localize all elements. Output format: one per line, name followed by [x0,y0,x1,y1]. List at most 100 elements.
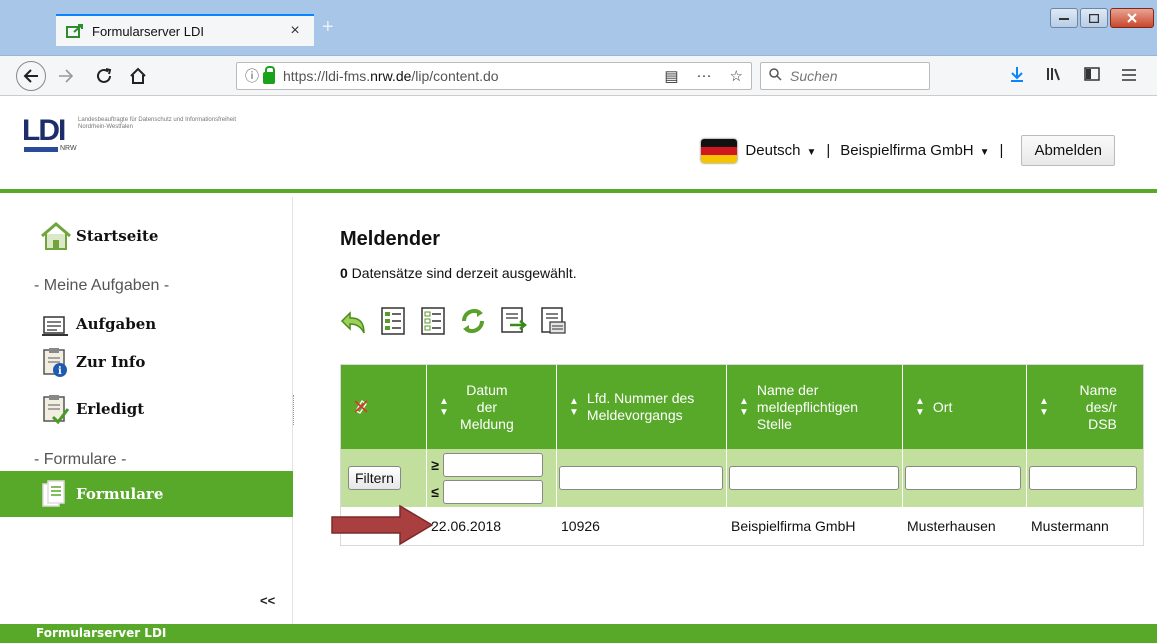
info-clipboard-icon: i [40,347,70,377]
reader-view-icon[interactable]: ▤ [664,67,678,85]
deselect-all-icon[interactable] [418,305,448,337]
city-filter-input[interactable] [905,466,1021,490]
clear-selection-icon[interactable] [353,398,369,417]
tab-close-icon[interactable]: × [286,22,304,40]
annotation-arrow-icon [331,504,434,546]
new-tab-button[interactable]: + [322,16,334,39]
page-actions-icon[interactable]: ··· [697,67,712,85]
sidebar-item-home[interactable]: Startseite [40,221,158,251]
logo-nrw: NRW [60,145,77,152]
filter-button[interactable]: Filtern [348,466,401,490]
close-window-button[interactable] [1110,8,1154,28]
back-arrow-icon[interactable] [338,305,368,337]
browser-tab[interactable]: Formularserver LDI × [56,14,314,46]
sort-icon[interactable]: ▲ ▼ [915,396,925,418]
data-table: ▲ ▼ Datum der Meldung ▲ ▼ Lfd. Nummer des … [340,364,1144,546]
print-list-icon[interactable] [538,305,568,337]
sidebar-item-forms[interactable]: Formulare [40,479,163,509]
logo-text: LDI [22,114,66,147]
table-cell: 22.06.2018 [431,518,502,534]
date-from-input[interactable] [443,452,543,477]
reload-icon[interactable] [90,62,118,90]
sort-icon[interactable]: ▲ ▼ [1039,396,1049,418]
column-header-label: Name des/r DSB [1079,381,1117,432]
search-input[interactable]: Suchen [760,62,930,90]
maximize-button[interactable] [1080,8,1108,28]
language-label: Deutsch [745,142,801,159]
company-label: Beispielfirma GmbH [840,142,974,159]
dsb-filter-input[interactable] [1029,466,1137,490]
search-placeholder: Suchen [790,68,838,84]
table-row[interactable]: 22.06.2018 10926 Beispielfirma GmbH Must… [341,507,1143,545]
sidebar-item-label: Erledigt [76,400,145,418]
column-header-label: Lfd. Nummer des Meldevorgangs [586,390,695,423]
filter-cell-number [557,449,727,507]
back-button[interactable] [16,61,46,91]
forms-icon [40,479,70,509]
filter-cell: Filtern [341,449,427,507]
download-icon[interactable] [1010,66,1024,87]
search-icon [769,68,782,84]
table-header: ▲ ▼ Datum der Meldung ▲ ▼ Lfd. Nummer des … [341,365,1143,449]
action-toolbar [338,305,568,337]
select-all-icon[interactable] [378,305,408,337]
chevron-down-icon: ▼ [806,147,817,158]
name-filter-input[interactable] [729,466,899,490]
sidebar-item-label: Formulare [76,485,164,503]
minimize-button[interactable] [1050,8,1078,28]
german-flag-icon [701,138,738,163]
filter-cell-date: ≥ ≤ [427,449,557,507]
collapse-sidebar-button[interactable]: << [260,593,275,608]
sidebar-item-done[interactable]: Erledigt [40,394,145,425]
checked-clipboard-icon [40,394,70,425]
column-header-select[interactable] [341,365,427,449]
url-actions: ▤ ··· ☆ [664,67,743,85]
sort-icon[interactable]: ▲ ▼ [439,396,449,418]
refresh-icon[interactable] [458,305,488,337]
filter-cell-city [903,449,1027,507]
column-header-number[interactable]: ▲ ▼ Lfd. Nummer des Meldevorgangs [557,365,727,449]
table-cell: Mustermann [1031,518,1109,534]
home-icon[interactable] [124,62,152,90]
sidebar-splitter[interactable] [293,395,298,425]
lock-icon [263,66,275,84]
sort-icon[interactable]: ▲ ▼ [739,396,749,418]
separator: | [999,142,1004,159]
sidebar: Startseite - Meine Aufgaben - Aufgaben i… [0,197,293,624]
sort-icon[interactable]: ▲ ▼ [569,396,579,418]
column-header-label: Ort [932,398,953,415]
forward-button[interactable] [52,62,80,90]
info-icon[interactable]: ⓘ [245,66,259,86]
sidebar-item-label: Aufgaben [76,315,157,333]
date-to-input[interactable] [443,479,543,504]
app-header: LDI NRW Landesbeauftragte für Datenschut… [0,97,1157,193]
url-domain: nrw.de [370,68,412,84]
logout-button[interactable]: Abmelden [1021,135,1115,166]
chevron-down-icon: ▼ [979,147,990,158]
column-header-dsb[interactable]: ▲ ▼ Name des/r DSB [1027,365,1143,449]
url-prefix: https://ldi-fms. [283,68,371,84]
url-bar[interactable]: ⓘ https://ldi-fms. nrw.de/lip/content.do … [236,62,752,90]
bookmark-star-icon[interactable]: ☆ [730,67,743,85]
company-dropdown[interactable]: Beispielfirma GmbH ▼ [840,142,989,159]
language-dropdown[interactable]: Deutsch ▼ [745,142,816,159]
column-header-city[interactable]: ▲ ▼ Ort [903,365,1027,449]
sidebar-item-forms-active[interactable]: Formulare [0,471,293,517]
export-icon[interactable] [498,305,528,337]
sidebar-item-label: Startseite [76,227,159,245]
column-header-date[interactable]: ▲ ▼ Datum der Meldung [427,365,557,449]
number-filter-input[interactable] [559,466,723,490]
separator: | [826,142,831,159]
column-header-name[interactable]: ▲ ▼ Name der meldepflichtigen Stelle [727,365,903,449]
sidebar-item-info[interactable]: i Zur Info [40,347,145,377]
selection-status: 0 Datensätze sind derzeit ausgewählt. [340,265,577,281]
selection-text: Datensätze sind derzeit ausgewählt. [347,265,577,281]
library-icon[interactable] [1046,67,1062,86]
sidebar-item-tasks[interactable]: Aufgaben [40,309,156,339]
filter-cell-dsb [1027,449,1143,507]
menu-icon[interactable] [1122,68,1136,86]
sidebar-toggle-icon[interactable] [1084,67,1100,86]
tasks-icon [40,309,70,339]
section-forms: - Formulare - [34,451,127,468]
page-title: Meldender [340,228,441,250]
